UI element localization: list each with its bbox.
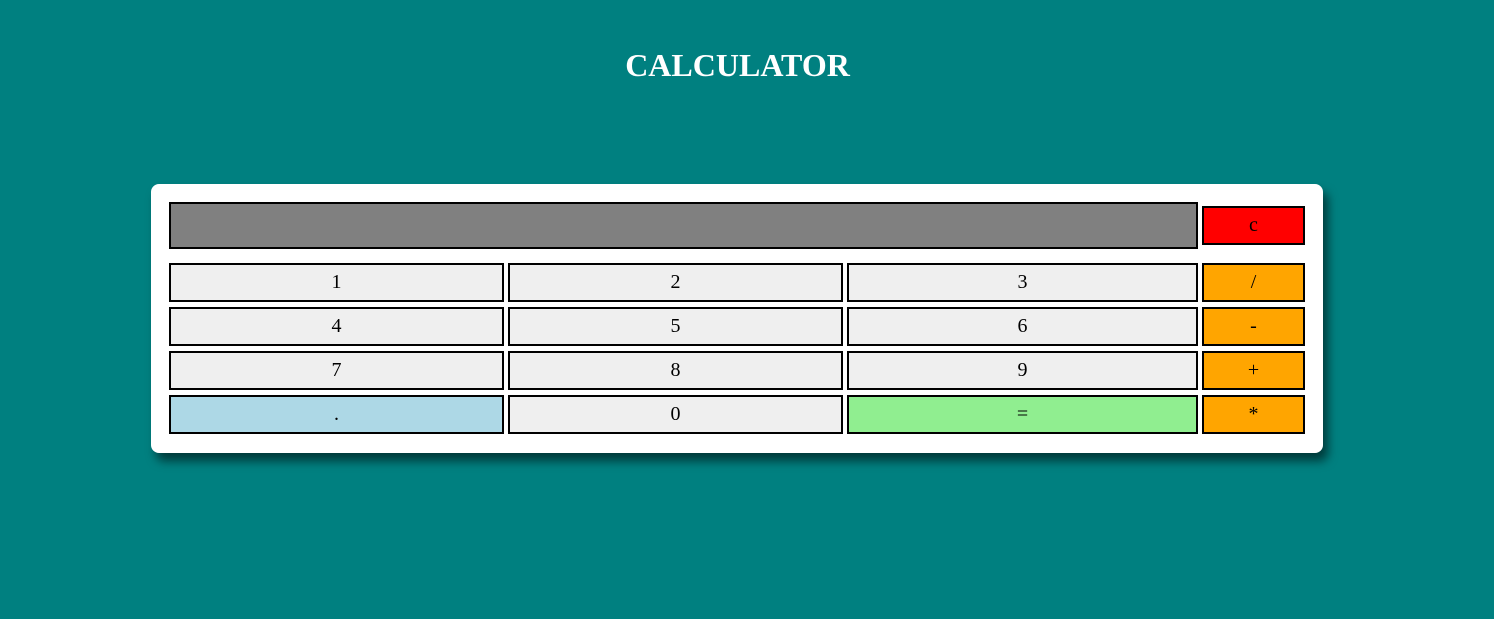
calculator-display[interactable]: [169, 202, 1198, 249]
clear-button[interactable]: c: [1202, 206, 1305, 245]
digit-0-button[interactable]: 0: [508, 395, 843, 434]
divide-button[interactable]: /: [1202, 263, 1305, 302]
multiply-button[interactable]: *: [1202, 395, 1305, 434]
add-button[interactable]: +: [1202, 351, 1305, 390]
equals-button[interactable]: =: [847, 395, 1198, 434]
digit-8-button[interactable]: 8: [508, 351, 843, 390]
decimal-point-button[interactable]: .: [169, 395, 504, 434]
page-title: CALCULATOR: [625, 47, 850, 83]
digit-3-button[interactable]: 3: [847, 263, 1198, 302]
digit-7-button[interactable]: 7: [169, 351, 504, 390]
digit-6-button[interactable]: 6: [847, 307, 1198, 346]
digit-9-button[interactable]: 9: [847, 351, 1198, 390]
calculator-panel: c 1 2 3 / 4 5 6 - 7 8 9 + . 0 = *: [151, 184, 1323, 453]
subtract-button[interactable]: -: [1202, 307, 1305, 346]
digit-2-button[interactable]: 2: [508, 263, 843, 302]
digit-4-button[interactable]: 4: [169, 307, 504, 346]
digit-1-button[interactable]: 1: [169, 263, 504, 302]
digit-5-button[interactable]: 5: [508, 307, 843, 346]
